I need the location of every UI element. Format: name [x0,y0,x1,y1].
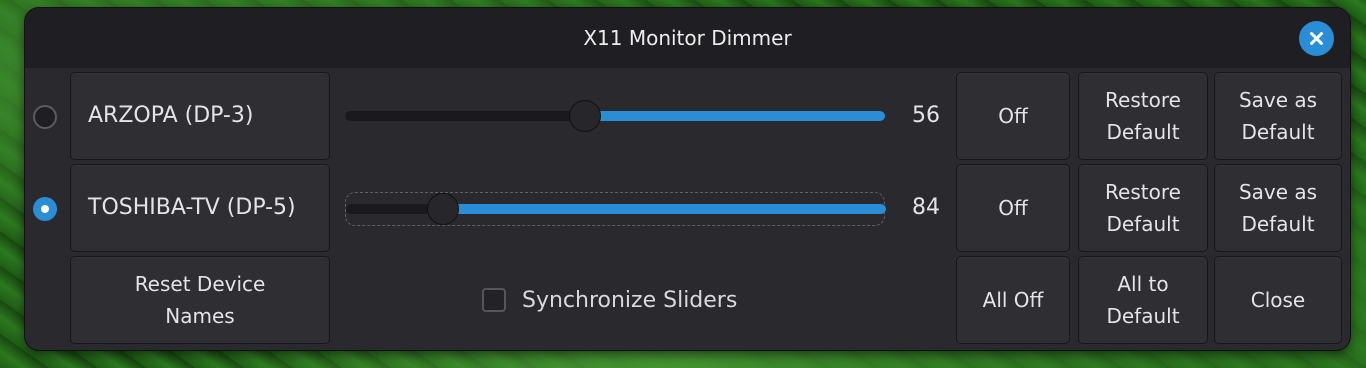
window-title: X11 Monitor Dimmer [583,26,792,50]
off-button-arzopa[interactable]: Off [956,72,1070,160]
brightness-slider-toshiba[interactable] [345,192,886,226]
radio-device-toshiba[interactable] [33,197,57,221]
sync-checkbox[interactable] [482,288,506,312]
radio-device-arzopa[interactable] [33,105,57,129]
all-off-button[interactable]: All Off [956,256,1070,344]
slider-fill [584,111,885,121]
sync-label: Synchronize Sliders [522,287,738,313]
brightness-value-arzopa: 56 [912,103,940,128]
brightness-slider-arzopa[interactable] [345,100,885,134]
reset-device-names-button[interactable]: Reset Device Names [70,256,330,344]
save-default-button-arzopa[interactable]: Save as Default [1214,72,1342,160]
off-button-toshiba[interactable]: Off [956,164,1070,252]
close-icon[interactable] [1299,21,1334,56]
all-to-default-button[interactable]: All to Default [1078,256,1208,344]
restore-default-button-toshiba[interactable]: Restore Default [1078,164,1208,252]
brightness-value-toshiba: 84 [912,195,940,220]
synchronize-sliders-toggle[interactable]: Synchronize Sliders [482,286,737,314]
restore-default-button-arzopa[interactable]: Restore Default [1078,72,1208,160]
save-default-button-toshiba[interactable]: Save as Default [1214,164,1342,252]
titlebar: X11 Monitor Dimmer [25,8,1350,68]
device-name-button-toshiba[interactable]: TOSHIBA-TV (DP-5) [70,164,330,252]
slider-track [345,111,885,121]
close-button[interactable]: Close [1214,256,1342,344]
device-name-button-arzopa[interactable]: ARZOPA (DP-3) [70,72,330,160]
slider-fill [443,204,886,214]
slider-handle[interactable] [568,100,601,132]
slider-handle[interactable] [427,193,460,225]
dimmer-window: X11 Monitor Dimmer ARZOPA (DP-3) 56 Off … [25,8,1350,350]
